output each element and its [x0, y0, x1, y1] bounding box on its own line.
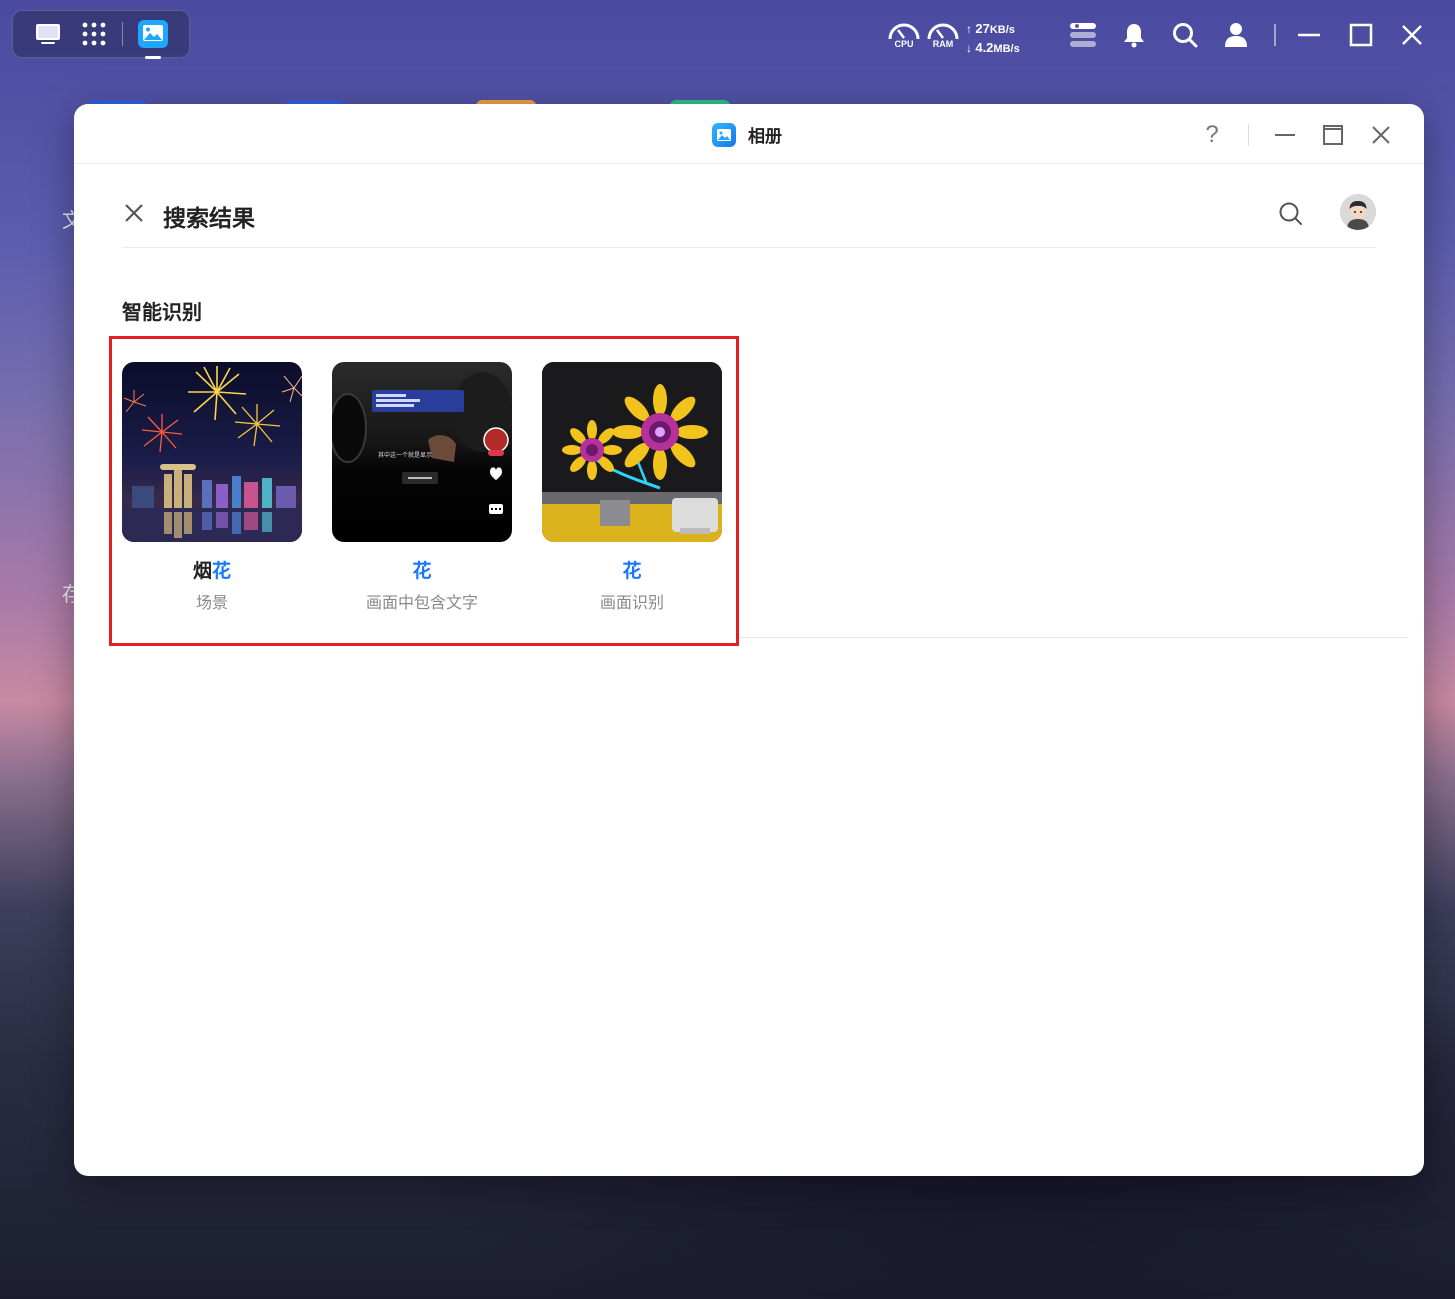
- cpu-gauge-icon: [888, 23, 920, 40]
- flower-monitor-thumbnail[interactable]: [542, 362, 722, 542]
- window-close-button[interactable]: [1366, 120, 1396, 150]
- download-arrow-icon: ↓: [966, 41, 972, 55]
- album-window: 相册 ? 搜索结果 智能识别 烟花 场景 其中这一个就是显示 花 画面中包含文字…: [74, 104, 1424, 1176]
- result-title: 烟花: [122, 556, 302, 583]
- result-title-highlight: 花: [622, 560, 642, 582]
- network-speed[interactable]: ↑ 27KB/s ↓ 4.2MB/s: [966, 20, 1020, 58]
- grid-icon: [82, 22, 106, 46]
- desktop-minimize-button[interactable]: [1294, 20, 1324, 50]
- result-category: 场景: [195, 593, 228, 612]
- video-screenshot-image: 其中这一个就是显示: [332, 372, 512, 514]
- cpu-monitor[interactable]: CPU: [887, 22, 921, 54]
- photo-album-icon: [712, 122, 736, 147]
- close-icon: [1372, 126, 1390, 144]
- window-title-group: 相册: [712, 122, 782, 147]
- app-launcher-dock: [12, 10, 190, 59]
- close-icon: [1402, 25, 1422, 45]
- toggles-icon: [1070, 23, 1096, 47]
- close-search-button[interactable]: [122, 201, 146, 225]
- global-search-button[interactable]: [1170, 20, 1200, 50]
- window-minimize-button[interactable]: [1270, 120, 1300, 150]
- upload-unit: KB/s: [989, 24, 1015, 36]
- upload-speed: 27: [975, 21, 990, 36]
- active-app-indicator: [145, 56, 161, 59]
- download-unit: MB/s: [993, 43, 1020, 55]
- control-center-button[interactable]: [1068, 20, 1098, 50]
- upload-arrow-icon: ↑: [966, 22, 972, 36]
- fireworks-thumbnail[interactable]: [122, 362, 302, 542]
- bell-icon: [1124, 24, 1144, 48]
- result-card[interactable]: 烟花 场景: [122, 362, 302, 613]
- result-title-highlight: 花: [212, 560, 232, 582]
- desktop-icon: [36, 24, 60, 44]
- section-divider: [739, 637, 1408, 638]
- window-maximize-button[interactable]: [1318, 120, 1348, 150]
- search-icon: [1279, 202, 1302, 225]
- cpu-label: CPU: [894, 39, 914, 49]
- result-category: 画面识别: [599, 593, 664, 612]
- album-app-button[interactable]: [136, 17, 170, 59]
- download-speed: 4.2: [975, 40, 994, 55]
- topbar-separator: [1274, 24, 1276, 46]
- maximize-icon: [1349, 23, 1373, 47]
- desktop-close-button[interactable]: [1397, 20, 1427, 50]
- desktop-maximize-button[interactable]: [1346, 20, 1376, 50]
- dock-separator: [122, 22, 123, 46]
- close-icon: [125, 204, 143, 222]
- result-card[interactable]: 其中这一个就是显示 花 画面中包含文字: [332, 362, 512, 613]
- page-title: 搜索结果: [163, 206, 255, 232]
- titlebar-separator: [1248, 124, 1249, 146]
- video-screenshot-thumbnail[interactable]: 其中这一个就是显示: [332, 362, 512, 542]
- app-grid-button[interactable]: [79, 19, 109, 49]
- ram-gauge-icon: [927, 23, 959, 40]
- minimize-icon: [1275, 134, 1295, 136]
- result-title: 花: [542, 556, 722, 583]
- user-menu-button[interactable]: [1221, 20, 1251, 50]
- minimize-icon: [1298, 33, 1320, 37]
- system-top-bar: CPU RAM ↑ 27KB/s ↓ 4.2MB/s: [0, 0, 1455, 72]
- result-title-highlight: 花: [412, 560, 432, 582]
- help-button[interactable]: ?: [1197, 120, 1227, 150]
- notifications-button[interactable]: [1119, 20, 1149, 50]
- result-title: 花: [332, 556, 512, 583]
- avatar[interactable]: [1340, 194, 1376, 230]
- ram-monitor[interactable]: RAM: [926, 22, 960, 54]
- photo-album-icon: [138, 20, 168, 48]
- result-category: 画面中包含文字: [365, 593, 478, 612]
- search-results-header: 搜索结果: [122, 164, 1376, 248]
- search-button[interactable]: [1278, 201, 1304, 227]
- video-caption-text: 其中这一个就是显示: [378, 451, 432, 459]
- result-title-text: 烟: [192, 560, 212, 582]
- window-titlebar[interactable]: 相册 ?: [74, 104, 1424, 164]
- flower-monitor-image: [542, 362, 722, 542]
- user-icon: [1225, 23, 1247, 47]
- user-avatar-icon: [1340, 194, 1376, 230]
- result-card[interactable]: 花 画面识别: [542, 362, 722, 613]
- maximize-icon: [1323, 125, 1343, 145]
- smart-recognition-title: 智能识别: [122, 300, 202, 324]
- window-title: 相册: [748, 127, 782, 147]
- ram-label: RAM: [932, 39, 954, 49]
- search-icon: [1173, 23, 1198, 48]
- show-desktop-button[interactable]: [33, 19, 63, 49]
- fireworks-image: [122, 366, 302, 542]
